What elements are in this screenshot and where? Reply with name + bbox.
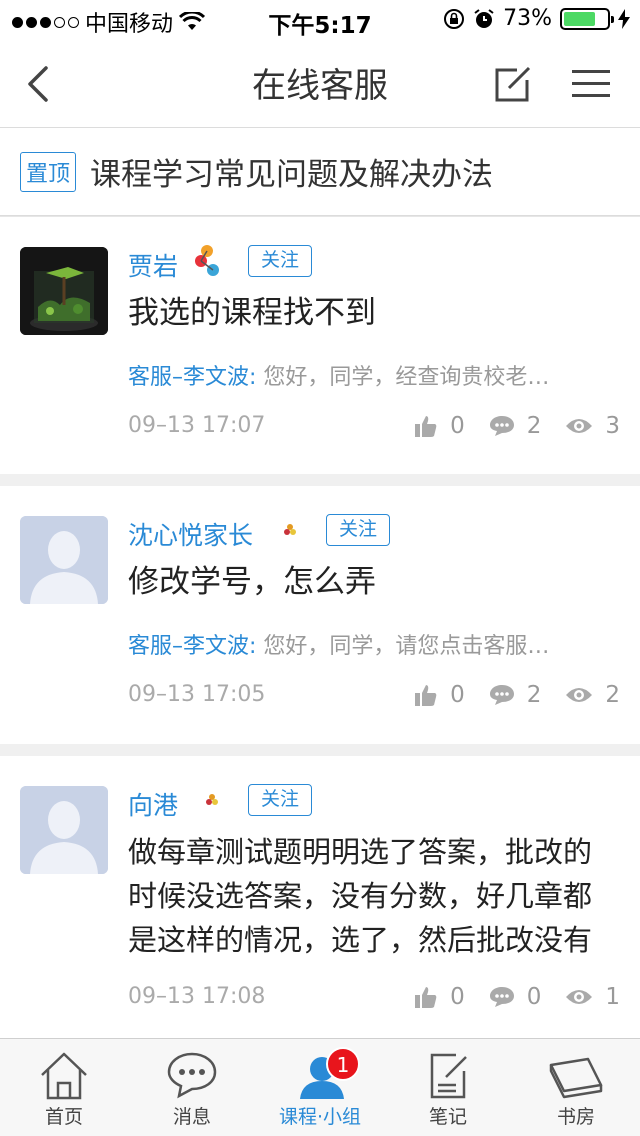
latest-reply[interactable]: 客服–李文波: 您好，同学，经查询贵校老… bbox=[128, 359, 549, 391]
post-time: 09–13 17:05 bbox=[128, 682, 266, 707]
tab-course-group[interactable]: 1 课程·小组 bbox=[256, 1039, 384, 1136]
latest-reply[interactable]: 客服–李文波: 您好，同学，请您点击客服… bbox=[128, 628, 549, 660]
reply-text: 您好，同学，经查询贵校老… bbox=[263, 365, 550, 390]
plant-photo-icon bbox=[20, 247, 108, 335]
follow-button[interactable]: 关注 bbox=[248, 784, 312, 816]
reply-author: 客服–李文波: bbox=[128, 634, 257, 659]
post-stats: 0 0 1 bbox=[390, 984, 620, 1010]
post-stats: 0 2 3 bbox=[390, 413, 620, 439]
comment-bubble-icon bbox=[489, 685, 514, 705]
comment-stat[interactable]: 2 bbox=[489, 682, 542, 708]
navigation-bar: 在线客服 bbox=[0, 40, 640, 128]
tab-label: 消息 bbox=[172, 1106, 211, 1128]
pinned-tag: 置顶 bbox=[20, 151, 77, 192]
avatar[interactable] bbox=[20, 516, 108, 604]
alarm-icon bbox=[474, 8, 494, 28]
thumbs-up-icon bbox=[415, 685, 437, 706]
reply-author: 客服–李文波: bbox=[128, 365, 257, 390]
comment-bubble-icon bbox=[489, 416, 514, 436]
comment-count: 2 bbox=[526, 413, 542, 439]
note-icon bbox=[430, 1053, 467, 1099]
like-stat[interactable]: 0 bbox=[414, 984, 465, 1010]
post-time: 09–13 17:07 bbox=[128, 413, 266, 438]
thumbs-up-icon bbox=[415, 416, 437, 437]
eye-icon bbox=[566, 990, 593, 1004]
status-right: 73% bbox=[443, 6, 630, 31]
user-level-badge-icon bbox=[206, 794, 218, 805]
comment-count: 0 bbox=[526, 984, 542, 1010]
view-count: 1 bbox=[605, 984, 620, 1010]
book-icon bbox=[549, 1057, 603, 1099]
post-card[interactable]: 向港 关注 做每章测试题明明选了答案，批改的时候没选答案，没有分数，好几章都是这… bbox=[0, 756, 640, 1038]
like-stat[interactable]: 0 bbox=[414, 682, 465, 708]
post-card[interactable]: 贾岩 关注 我选的课程找不到 客服–李文波: 您好，同学，经查询贵校老… 09–… bbox=[0, 216, 640, 474]
view-stat: 3 bbox=[565, 413, 620, 439]
home-icon bbox=[41, 1052, 87, 1100]
notification-badge: 1 bbox=[326, 1047, 360, 1081]
comment-bubble-icon bbox=[489, 987, 514, 1007]
tab-study-room[interactable]: 书房 bbox=[512, 1039, 640, 1136]
like-count: 0 bbox=[450, 984, 465, 1010]
status-bar: 中国移动 下午5:17 73% bbox=[0, 0, 640, 40]
user-level-badge-icon bbox=[284, 524, 296, 535]
chat-bubble-icon bbox=[167, 1052, 217, 1099]
like-count: 0 bbox=[450, 682, 465, 708]
tab-label: 首页 bbox=[44, 1106, 83, 1128]
avatar[interactable] bbox=[20, 247, 108, 335]
reply-text: 您好，同学，请您点击客服… bbox=[263, 634, 550, 659]
comment-stat[interactable]: 2 bbox=[489, 413, 542, 439]
post-username[interactable]: 向港 bbox=[128, 786, 178, 822]
tab-notes[interactable]: 笔记 bbox=[384, 1039, 512, 1136]
post-title[interactable]: 做每章测试题明明选了答案，批改的时候没选答案，没有分数，好几章都是这样的情况，选… bbox=[128, 830, 616, 962]
view-stat: 2 bbox=[565, 682, 620, 708]
comment-stat[interactable]: 0 bbox=[489, 984, 542, 1010]
tab-label: 书房 bbox=[556, 1106, 595, 1128]
battery-icon bbox=[560, 7, 614, 30]
default-avatar-icon bbox=[20, 786, 108, 874]
post-title[interactable]: 我选的课程找不到 bbox=[128, 291, 616, 335]
post-username[interactable]: 贾岩 bbox=[128, 247, 178, 283]
page-title: 在线客服 bbox=[252, 66, 388, 106]
view-count: 2 bbox=[605, 682, 620, 708]
charging-bolt-icon bbox=[618, 8, 630, 29]
view-stat: 1 bbox=[565, 984, 620, 1010]
follow-button[interactable]: 关注 bbox=[248, 245, 312, 277]
post-card[interactable]: 沈心悦家长 关注 修改学号，怎么弄 客服–李文波: 您好，同学，请您点击客服… … bbox=[0, 486, 640, 744]
pinned-topic[interactable]: 置顶 课程学习常见问题及解决办法 bbox=[0, 128, 640, 216]
battery-percent: 73% bbox=[503, 6, 552, 31]
comment-count: 2 bbox=[526, 682, 542, 708]
follow-button[interactable]: 关注 bbox=[326, 514, 390, 546]
like-stat[interactable]: 0 bbox=[414, 413, 465, 439]
rotation-lock-icon bbox=[444, 8, 465, 29]
tab-bar: 首页 消息 1 课程·小组 笔记 书房 bbox=[0, 1038, 640, 1136]
view-count: 3 bbox=[605, 413, 620, 439]
tab-home[interactable]: 首页 bbox=[0, 1039, 128, 1136]
like-count: 0 bbox=[450, 413, 465, 439]
hamburger-menu-icon[interactable] bbox=[570, 66, 612, 102]
default-avatar-icon bbox=[20, 516, 108, 604]
tab-label: 课程·小组 bbox=[278, 1106, 362, 1128]
compose-icon[interactable] bbox=[493, 64, 533, 104]
tab-messages[interactable]: 消息 bbox=[128, 1039, 256, 1136]
eye-icon bbox=[566, 419, 593, 433]
battery-fill bbox=[564, 11, 595, 26]
pinned-text: 课程学习常见问题及解决办法 bbox=[90, 157, 494, 193]
post-stats: 0 2 2 bbox=[390, 682, 620, 708]
tab-label: 笔记 bbox=[428, 1106, 467, 1128]
post-title[interactable]: 修改学号，怎么弄 bbox=[128, 560, 616, 604]
post-username[interactable]: 沈心悦家长 bbox=[128, 516, 253, 552]
user-level-badge-icon bbox=[195, 245, 219, 276]
post-time: 09–13 17:08 bbox=[128, 984, 266, 1009]
avatar[interactable] bbox=[20, 786, 108, 874]
eye-icon bbox=[566, 688, 593, 702]
thumbs-up-icon bbox=[415, 987, 437, 1008]
